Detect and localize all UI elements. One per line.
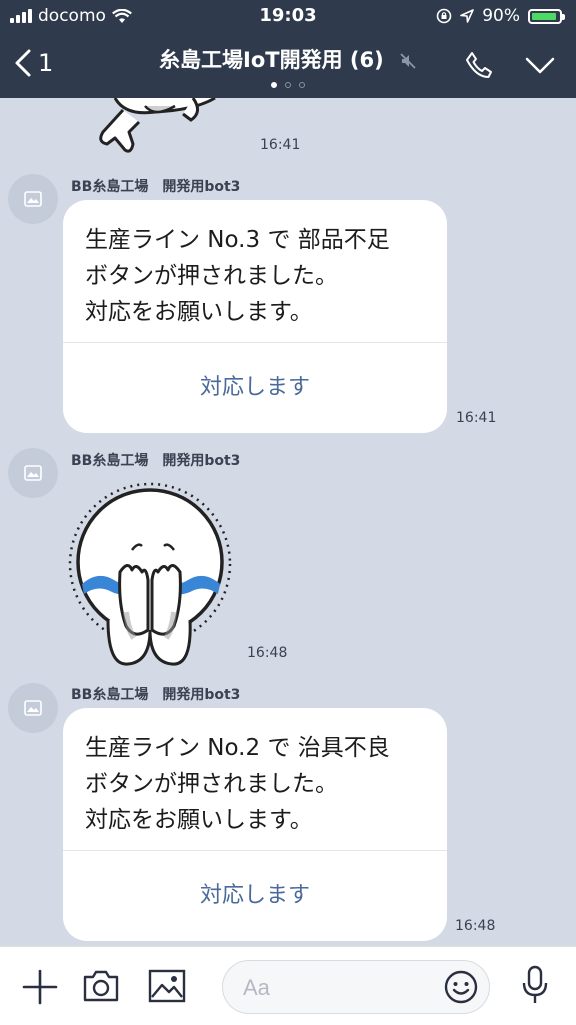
status-bar: docomo 19:03 90% — [0, 0, 576, 34]
respond-button[interactable]: 対応します — [63, 851, 447, 935]
location-icon — [460, 9, 475, 23]
message-text: 生産ライン No.3 で 部品不足 ボタンが押されました。 対応をお願いします。 — [63, 200, 447, 342]
message-time: 16:41 — [260, 137, 301, 153]
microphone-icon[interactable] — [520, 965, 550, 1005]
battery-percent: 90% — [482, 6, 520, 26]
message-text: 生産ライン No.2 で 治具不良 ボタンが押されました。 対応をお願いします。 — [63, 708, 447, 850]
camera-icon[interactable] — [82, 969, 120, 1003]
crying-sticker[interactable] — [68, 480, 234, 666]
phone-icon[interactable] — [464, 50, 494, 80]
sender-name: BB糸島工場 開発用bot3 — [71, 687, 241, 703]
plus-icon[interactable] — [22, 969, 58, 1005]
message-line: 対応をお願いします。 — [85, 807, 313, 833]
status-right: 90% — [436, 6, 565, 26]
mute-icon — [400, 53, 416, 69]
avatar[interactable] — [8, 683, 58, 733]
avatar[interactable] — [8, 174, 58, 224]
lock-rotation-icon — [436, 8, 452, 24]
chat-header: 1 糸島工場IoT開発用 (6) — [0, 34, 576, 98]
message-field[interactable] — [222, 960, 490, 1014]
message-line: 生産ライン No.2 で 治具不良 — [85, 735, 390, 761]
image-placeholder-icon — [24, 700, 42, 716]
respond-button[interactable]: 対応します — [63, 343, 447, 427]
message-time: 16:41 — [456, 410, 497, 426]
emoji-icon[interactable] — [443, 969, 479, 1005]
message-card: 生産ライン No.3 で 部品不足 ボタンが押されました。 対応をお願いします。… — [63, 200, 447, 433]
image-icon[interactable] — [148, 969, 186, 1003]
page-indicator — [0, 82, 576, 88]
message-time: 16:48 — [247, 645, 288, 661]
image-placeholder-icon — [24, 191, 42, 207]
chat-title-text: 糸島工場IoT開発用 (6) — [159, 48, 384, 72]
message-time: 16:48 — [455, 918, 496, 934]
avatar[interactable] — [8, 448, 58, 498]
message-card: 生産ライン No.2 で 治具不良 ボタンが押されました。 対応をお願いします。… — [63, 708, 447, 941]
message-line: 生産ライン No.3 で 部品不足 — [85, 227, 390, 253]
sender-name: BB糸島工場 開発用bot3 — [71, 453, 241, 469]
sticker-fragment — [99, 98, 216, 153]
chevron-down-icon[interactable] — [524, 56, 556, 76]
message-line: ボタンが押されました。 — [85, 771, 338, 797]
input-bar — [0, 946, 576, 1025]
message-input[interactable] — [241, 971, 445, 1005]
message-line: 対応をお願いします。 — [85, 299, 313, 325]
sender-name: BB糸島工場 開発用bot3 — [71, 179, 241, 195]
battery-icon — [528, 8, 565, 24]
message-line: ボタンが押されました。 — [85, 263, 338, 289]
image-placeholder-icon — [24, 465, 42, 481]
